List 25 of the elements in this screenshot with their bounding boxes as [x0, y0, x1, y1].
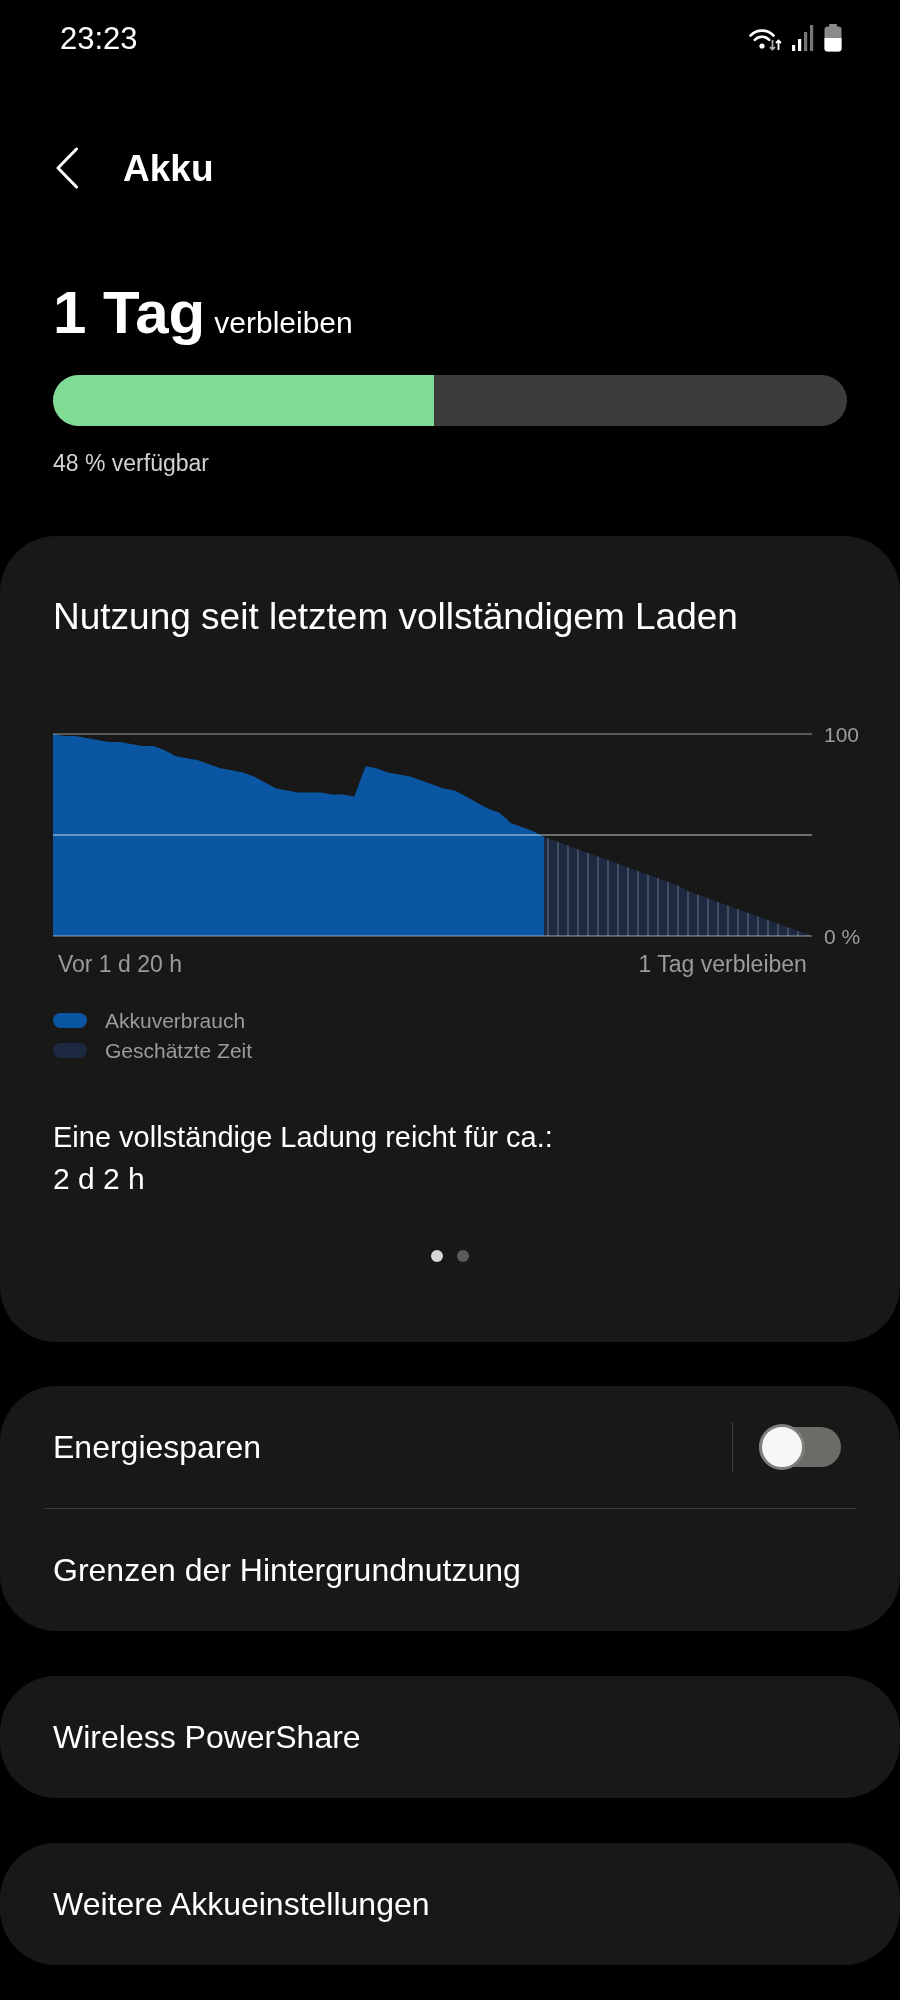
legend-label: Geschätzte Zeit — [105, 1039, 253, 1061]
back-icon — [55, 147, 79, 189]
usage-card-title: Nutzung seit letztem vollständigem Laden — [53, 595, 738, 639]
settings-item[interactable]: Grenzen der Hintergrundnutzung — [44, 1509, 856, 1631]
full-charge-duration: 2 d 2 h — [53, 1161, 145, 1197]
settings-item[interactable]: Wireless PowerShare — [44, 1676, 856, 1798]
toggle-switch[interactable] — [759, 1423, 841, 1471]
remaining-label: verbleiben — [214, 308, 353, 338]
y-axis-label: 100 — [824, 722, 860, 746]
settings-item[interactable]: Energiesparen — [44, 1386, 732, 1508]
back-button[interactable] — [55, 147, 79, 189]
page-indicator-dot[interactable] — [457, 1250, 469, 1262]
x-axis-label: Vor 1 d 20 h — [57, 951, 182, 977]
remaining-time: 1 Tag — [53, 283, 206, 343]
battery-icon — [824, 24, 842, 52]
page-indicator-dot[interactable] — [431, 1250, 443, 1262]
settings-item[interactable]: Weitere Akkueinstellungen — [44, 1843, 856, 1965]
y-axis-label: 0 % — [824, 924, 861, 948]
status-time: 23:23 — [60, 22, 138, 54]
x-axis-label: 1 Tag verbleiben — [638, 951, 807, 977]
available-percentage: 48 % verfügbar — [53, 449, 209, 478]
signal-icon — [792, 25, 814, 51]
page-title: Akku — [123, 149, 214, 187]
full-charge-label: Eine vollständige Ladung reicht für ca.: — [53, 1120, 553, 1155]
legend-label: Akkuverbrauch — [105, 1009, 246, 1031]
